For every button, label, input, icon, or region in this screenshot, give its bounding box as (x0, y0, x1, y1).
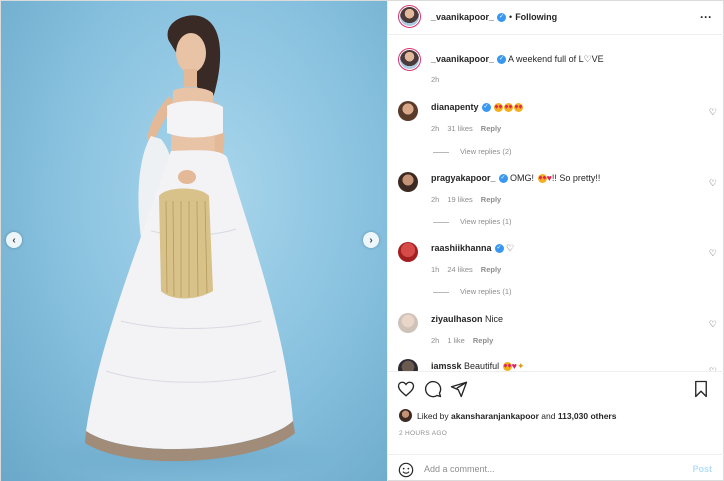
comment-meta: 2h 31 likes Reply (431, 124, 509, 133)
verified-badge-icon: ✓ (498, 174, 508, 184)
comment-time: 2h (431, 124, 440, 133)
comment-likes[interactable]: 31 likes (447, 124, 472, 133)
share-icon[interactable] (450, 380, 468, 398)
comment-text: Nice (485, 314, 504, 324)
caption-time: 2h (431, 75, 440, 84)
commenter-avatar[interactable] (398, 172, 418, 192)
replies-divider (433, 291, 449, 293)
reply-button[interactable]: Reply (481, 124, 501, 133)
comment-likes[interactable]: 19 likes (447, 195, 472, 204)
verified-badge-icon: ✓ (497, 13, 507, 23)
comments-list[interactable]: _vaanikapoor_ ✓ A weekend full of L♡VE 2h… (388, 35, 724, 371)
comment-username[interactable]: pragyakapoor_ (431, 173, 496, 183)
following-button[interactable]: Following (515, 12, 557, 22)
likes-summary[interactable]: Liked by akansharanjankapoor and 113,030… (417, 411, 616, 421)
author-avatar[interactable] (398, 5, 421, 28)
comment-text-line: pragyakapoor_ ✓ OMG! ♥!! So pretty!! (431, 173, 601, 184)
liker-username[interactable]: akansharanjankapoor (451, 411, 539, 421)
like-comment-heart-icon[interactable]: ♡ (709, 319, 717, 330)
comment-text-start: OMG! (510, 173, 535, 183)
view-replies-button[interactable]: View replies (2) (433, 147, 512, 156)
comment-likes[interactable]: 1 like (447, 336, 465, 345)
comment-text: Beautiful (464, 361, 500, 371)
heart-eyes-emoji-icon (502, 362, 512, 371)
commenter-avatar[interactable] (398, 101, 418, 121)
heart-eyes-emoji-icon (514, 103, 524, 113)
caption-text-line: _vaanikapoor_ ✓ A weekend full of L♡VE (431, 54, 604, 65)
likes-and: and (541, 411, 556, 421)
post-comment-button[interactable]: Post (692, 464, 712, 474)
like-comment-heart-icon[interactable]: ♡ (709, 248, 717, 259)
verified-badge-icon: ✓ (494, 244, 504, 254)
bookmark-icon[interactable] (692, 380, 710, 398)
post-photo: ‹ › (1, 1, 387, 481)
caption-avatar[interactable] (398, 48, 421, 71)
comment-text-line: ziyaulhason Nice (431, 314, 503, 324)
view-replies-label: View replies (1) (460, 217, 512, 226)
verified-badge-icon: ✓ (497, 55, 507, 65)
chevron-left-icon: ‹ (12, 234, 16, 246)
white-heart-emoji-icon: ♡ (506, 243, 515, 253)
comment-meta: 1h 24 likes Reply (431, 265, 509, 274)
view-replies-label: View replies (1) (460, 287, 512, 296)
separator-dot: • (509, 12, 513, 22)
view-replies-button[interactable]: View replies (1) (433, 217, 512, 226)
previous-photo-button[interactable]: ‹ (6, 232, 22, 248)
comment-input[interactable]: Add a comment... (424, 464, 495, 474)
replies-divider (433, 151, 449, 153)
like-comment-heart-icon[interactable]: ♡ (709, 107, 717, 118)
more-options-icon[interactable]: ··· (700, 10, 712, 24)
author-username[interactable]: _vaanikapoor_ (431, 12, 494, 22)
header-user-line: _vaanikapoor_ ✓ • Following (431, 12, 557, 23)
sparkles-emoji-icon: ✦ (516, 361, 525, 371)
commenter-avatar[interactable] (398, 359, 418, 371)
comment-meta: 2h 1 like Reply (431, 336, 501, 345)
verified-badge-icon: ✓ (481, 103, 491, 113)
comment-time: 2h (431, 195, 440, 204)
heart-eyes-emoji-icon (537, 174, 547, 184)
post-actions: Liked by akansharanjankapoor and 113,030… (388, 371, 724, 481)
comment-likes[interactable]: 24 likes (447, 265, 472, 274)
commenter-avatar[interactable] (398, 313, 418, 333)
chevron-right-icon: › (369, 234, 373, 246)
reply-button[interactable]: Reply (473, 336, 493, 345)
view-replies-button[interactable]: View replies (1) (433, 287, 512, 296)
replies-divider (433, 221, 449, 223)
comment-text-line: dianapenty ✓ (431, 102, 524, 113)
post-dialog: ‹ › _vaanikapoor_ ✓ • Following ··· _vaanik… (0, 0, 724, 481)
comment-text-line: raashiikhanna ✓ ♡ (431, 243, 514, 254)
post-side-panel: _vaanikapoor_ ✓ • Following ··· _vaanikapoo… (387, 1, 724, 481)
comment-text-line: iamssk Beautiful ♥✦ (431, 361, 524, 371)
comment-meta: 2h 19 likes Reply (431, 195, 509, 204)
view-replies-label: View replies (2) (460, 147, 512, 156)
comment-text-end: !! So pretty!! (551, 173, 601, 183)
caption-username[interactable]: _vaanikapoor_ (431, 54, 494, 64)
next-photo-button[interactable]: › (363, 232, 379, 248)
reply-button[interactable]: Reply (481, 195, 501, 204)
comment-username[interactable]: ziyaulhason (431, 314, 483, 324)
heart-eyes-emoji-icon (494, 103, 504, 113)
like-comment-heart-icon[interactable]: ♡ (709, 178, 717, 189)
post-header: _vaanikapoor_ ✓ • Following ··· (388, 1, 724, 35)
comment-icon[interactable] (424, 380, 442, 398)
comment-username[interactable]: dianapenty (431, 102, 479, 112)
photo-illustration (41, 15, 341, 481)
likes-prefix: Liked by (417, 411, 449, 421)
heart-icon[interactable] (397, 380, 415, 398)
heart-eyes-emoji-icon (504, 103, 514, 113)
comment-username[interactable]: raashiikhanna (431, 243, 492, 253)
caption-text: A weekend full of L♡VE (508, 54, 604, 64)
add-comment-bar: Add a comment... Post (388, 454, 724, 481)
commenter-avatar[interactable] (398, 242, 418, 262)
liker-avatar[interactable] (399, 409, 412, 422)
comment-time: 1h (431, 265, 440, 274)
post-timestamp[interactable]: 2 HOURS AGO (399, 430, 447, 437)
comment-time: 2h (431, 336, 440, 345)
comment-username[interactable]: iamssk (431, 361, 462, 371)
smiley-icon[interactable] (398, 462, 414, 478)
reply-button[interactable]: Reply (481, 265, 501, 274)
likes-count[interactable]: 113,030 others (558, 411, 617, 421)
